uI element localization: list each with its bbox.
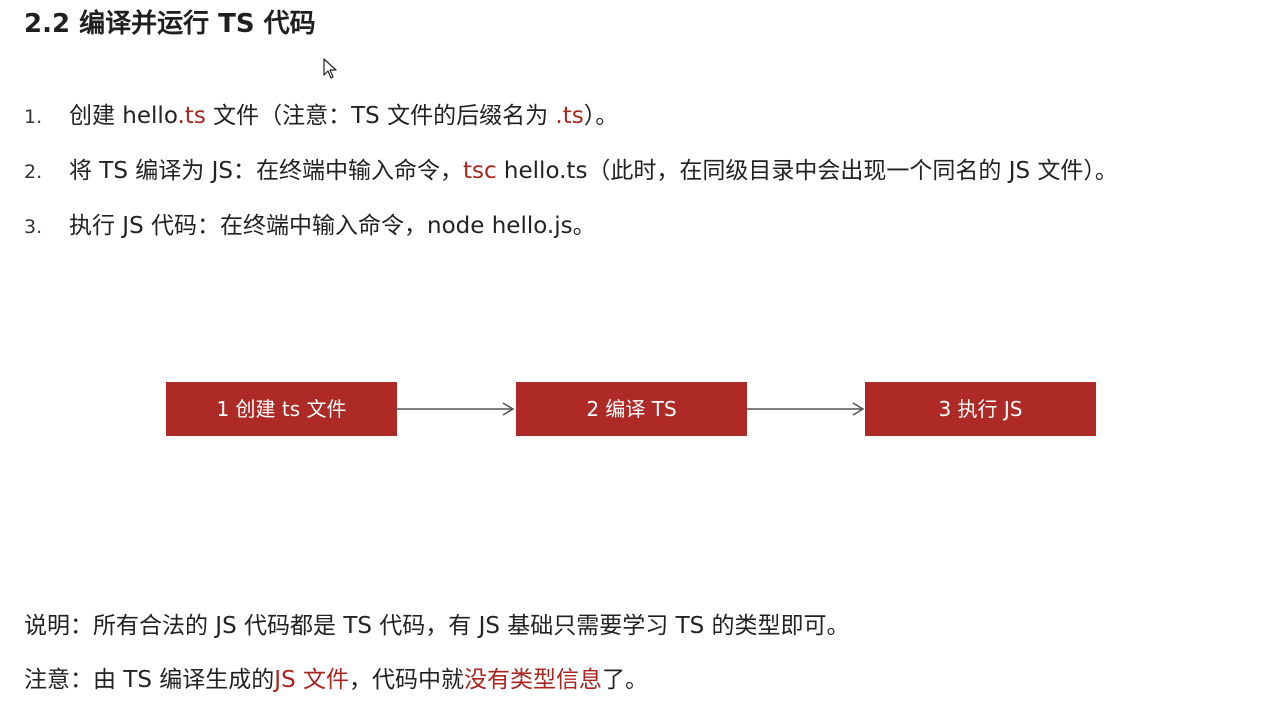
note-highlight: 没有类型信息 xyxy=(463,667,602,693)
step-number: 1. xyxy=(24,106,43,128)
step-text: 执行 JS 代码：在终端中输入命令，node hello.js。 xyxy=(69,213,596,239)
note-explanation: 说明：所有合法的 JS 代码都是 TS 代码，有 JS 基础只需要学习 TS 的… xyxy=(24,609,850,643)
step-text: 创建 hello xyxy=(69,103,178,129)
note-text: 说明：所有合法的 JS 代码都是 TS 代码，有 JS 基础只需要学习 TS 的… xyxy=(24,613,850,639)
step-text: ）。 xyxy=(583,103,619,129)
step-number: 3. xyxy=(24,216,43,238)
slide-page: 2.2 编译并运行 TS 代码 1. 创建 hello.ts 文件（注意：TS 文… xyxy=(0,0,1273,713)
step-item: 1. 创建 hello.ts 文件（注意：TS 文件的后缀名为 .ts）。 xyxy=(24,100,618,132)
arrow-right-icon xyxy=(747,402,865,416)
step-text: hello.ts（此时，在同级目录中会出现一个同名的 JS 文件）。 xyxy=(496,158,1118,184)
arrow-right-icon xyxy=(396,402,515,416)
note-text: ，代码中就 xyxy=(348,667,464,693)
step-number: 2. xyxy=(24,161,43,183)
section-heading: 2.2 编译并运行 TS 代码 xyxy=(24,9,316,39)
step-highlight: tsc xyxy=(462,158,497,184)
step-item: 2. 将 TS 编译为 JS：在终端中输入命令，tsc hello.ts（此时，在… xyxy=(24,155,1118,187)
note-text: 注意：由 TS 编译生成的 xyxy=(24,667,275,693)
flow-step-compile: 2 编译 TS xyxy=(516,382,747,436)
step-highlight: .ts xyxy=(177,103,206,129)
flow-step-run: 3 执行 JS xyxy=(865,382,1096,436)
step-highlight: .ts xyxy=(555,103,584,129)
flow-step-create: 1 创建 ts 文件 xyxy=(166,382,397,436)
mouse-pointer-icon xyxy=(323,58,337,79)
step-text: 文件（注意：TS 文件的后缀名为 xyxy=(205,103,556,129)
note-warning: 注意：由 TS 编译生成的JS 文件，代码中就没有类型信息了。 xyxy=(24,663,648,697)
step-item: 3. 执行 JS 代码：在终端中输入命令，node hello.js。 xyxy=(24,210,596,242)
note-highlight: JS 文件 xyxy=(274,667,349,693)
note-text: 了。 xyxy=(601,667,648,693)
step-text: 将 TS 编译为 JS：在终端中输入命令， xyxy=(69,158,463,184)
